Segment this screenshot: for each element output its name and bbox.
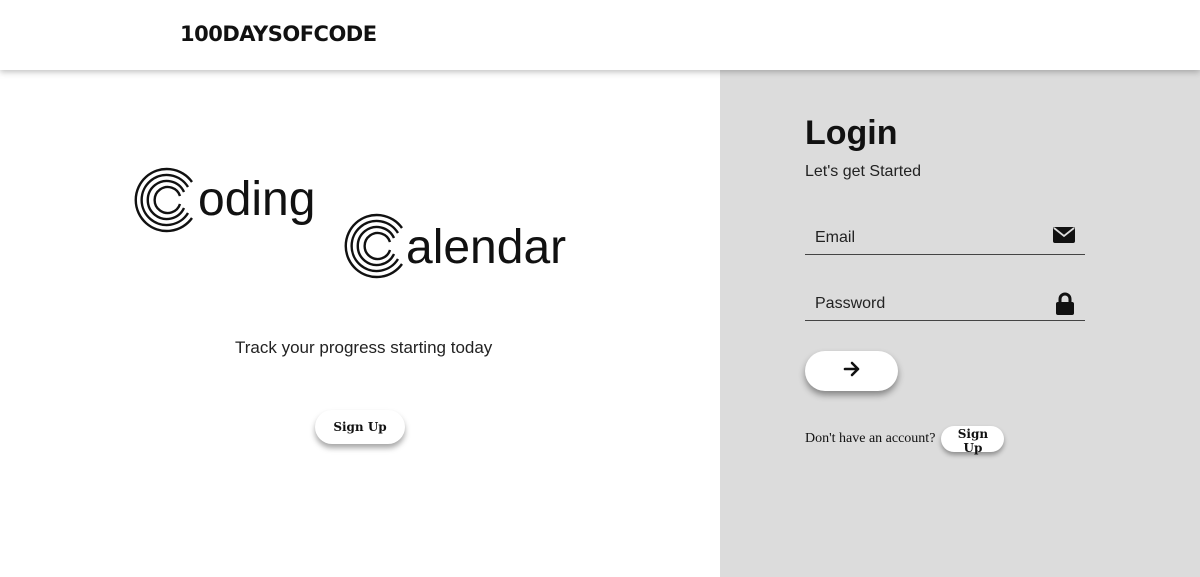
arrow-right-icon bbox=[843, 361, 859, 376]
password-field bbox=[805, 286, 1085, 321]
concentric-c-icon bbox=[134, 167, 193, 233]
no-account-text: Don't have an account? bbox=[805, 431, 936, 446]
hero-tagline: Track your progress starting today bbox=[235, 338, 493, 357]
concentric-c-icon bbox=[344, 213, 403, 279]
coding-calendar-logo: oding alendar bbox=[134, 167, 566, 279]
password-input[interactable] bbox=[813, 292, 1047, 316]
title-calendar-text: alendar bbox=[406, 221, 566, 274]
top-navbar: 100DaysOfCode bbox=[0, 0, 1200, 70]
email-field bbox=[805, 220, 1085, 255]
hero-panel: oding alendar Track your progress starti… bbox=[0, 70, 720, 577]
login-title: Login bbox=[805, 114, 898, 152]
lock-icon bbox=[1055, 292, 1075, 321]
envelope-icon bbox=[1053, 226, 1075, 249]
login-subtitle: Let's get Started bbox=[805, 163, 922, 180]
login-submit-button[interactable] bbox=[805, 351, 898, 391]
brand-logo[interactable]: 100DaysOfCode bbox=[180, 22, 377, 46]
title-coding-text: oding bbox=[198, 173, 315, 226]
login-signup-button[interactable]: Sign Up bbox=[941, 426, 1005, 455]
hero-signup-button[interactable]: Sign Up bbox=[315, 410, 405, 444]
email-input[interactable] bbox=[813, 226, 1047, 250]
login-panel: Login Let's get Started Don't have an ac… bbox=[720, 70, 1200, 577]
signup-prompt: Don't have an account? Sign Up bbox=[805, 426, 1005, 455]
